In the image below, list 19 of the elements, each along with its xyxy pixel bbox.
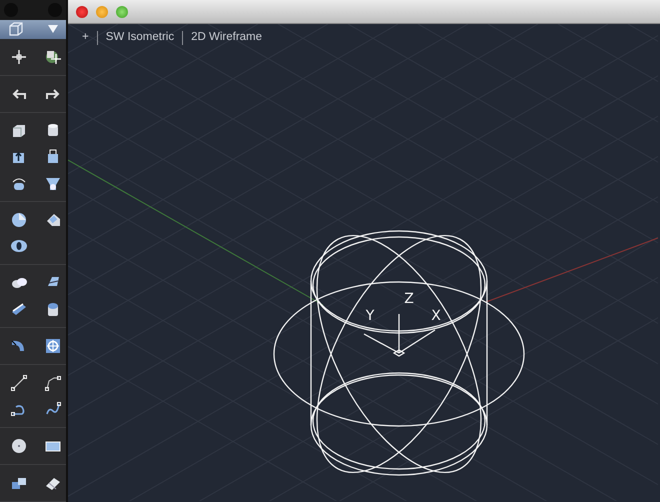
gizmo-icon[interactable] — [44, 337, 62, 355]
x-axis-label: X — [431, 308, 441, 324]
view-name[interactable]: SW Isometric — [106, 29, 174, 46]
circle-icon[interactable] — [10, 437, 28, 455]
dropdown-triangle-icon — [48, 25, 58, 34]
visual-style-name[interactable]: 2D Wireframe — [191, 29, 262, 46]
cube-icon — [8, 21, 24, 38]
crosshair-circle-icon[interactable] — [44, 48, 62, 66]
viewport-controls-menu[interactable]: + — [82, 29, 89, 46]
z-axis-label: Z — [404, 291, 414, 307]
close-button[interactable] — [76, 6, 88, 18]
cube-icon[interactable] — [10, 122, 28, 140]
drawing-viewport[interactable]: Z Y X + SW Isometric 2D Wireframe — [68, 24, 660, 502]
crosshair-icon[interactable] — [10, 48, 28, 66]
torus-icon[interactable] — [10, 237, 28, 255]
polyline-icon[interactable] — [44, 374, 62, 392]
y-axis-label: Y — [366, 308, 374, 324]
workspace-selector[interactable] — [0, 20, 66, 39]
line-icon[interactable] — [10, 374, 28, 392]
